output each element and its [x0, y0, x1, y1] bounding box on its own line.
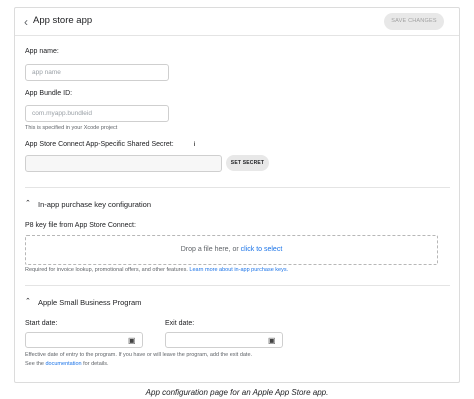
exit-date-input[interactable]: ▣ — [165, 332, 283, 348]
start-date-label: Start date: — [25, 320, 58, 327]
back-chevron-icon[interactable]: ‹ — [20, 15, 32, 29]
shared-secret-input[interactable] — [25, 155, 222, 172]
bundle-id-label: App Bundle ID: — [25, 90, 73, 97]
documentation-link[interactable]: documentation — [46, 361, 82, 367]
app-config-card: ‹ App store app SAVE CHANGES App name: a… — [14, 7, 460, 383]
app-name-input[interactable]: app name — [25, 64, 169, 81]
save-changes-button[interactable]: SAVE CHANGES — [384, 13, 444, 30]
bundle-id-input[interactable]: com.myapp.bundleid — [25, 105, 169, 122]
dropzone-text: Drop a file here, or — [180, 246, 241, 253]
set-secret-button[interactable]: SET SECRET — [226, 155, 269, 171]
iap-help-text: Required for invoice lookup, promotional… — [25, 267, 288, 273]
section-divider — [25, 285, 450, 286]
iap-section-title[interactable]: In-app purchase key configuration — [38, 200, 151, 209]
click-to-select-link[interactable]: click to select — [241, 246, 283, 253]
exit-date-label: Exit date: — [165, 320, 195, 327]
help-see-text: See the — [25, 361, 46, 367]
section-divider — [25, 187, 450, 188]
p8-key-label: P8 key file from App Store Connect: — [25, 222, 136, 229]
info-icon[interactable]: i — [191, 141, 198, 149]
bundle-id-help: This is specified in your Xcode project — [25, 125, 118, 131]
chevron-up-icon[interactable]: ⌃ — [25, 200, 31, 208]
help-details-text: for details. — [81, 361, 109, 367]
page-title: App store app — [33, 15, 93, 26]
shared-secret-label: App Store Connect App-Specific Shared Se… — [25, 141, 174, 148]
header-bar: ‹ App store app SAVE CHANGES — [15, 8, 459, 36]
figure-caption: App configuration page for an Apple App … — [145, 388, 329, 397]
iap-help-body: Required for invoice lookup, promotional… — [25, 267, 190, 273]
small-business-section-title[interactable]: Apple Small Business Program — [38, 298, 141, 307]
small-business-help-line2: See the documentation for details. — [25, 361, 109, 367]
app-name-label: App name: — [25, 48, 59, 55]
small-business-help-line1: Effective date of entry to the program. … — [25, 352, 253, 358]
chevron-up-icon[interactable]: ⌃ — [25, 298, 31, 306]
calendar-icon[interactable]: ▣ — [268, 336, 277, 345]
iap-learn-more-link[interactable]: Learn more about in-app purchase keys. — [189, 267, 288, 273]
start-date-input[interactable]: ▣ — [25, 332, 143, 348]
calendar-icon[interactable]: ▣ — [128, 336, 137, 345]
file-dropzone[interactable]: Drop a file here, or click to select — [25, 235, 438, 265]
